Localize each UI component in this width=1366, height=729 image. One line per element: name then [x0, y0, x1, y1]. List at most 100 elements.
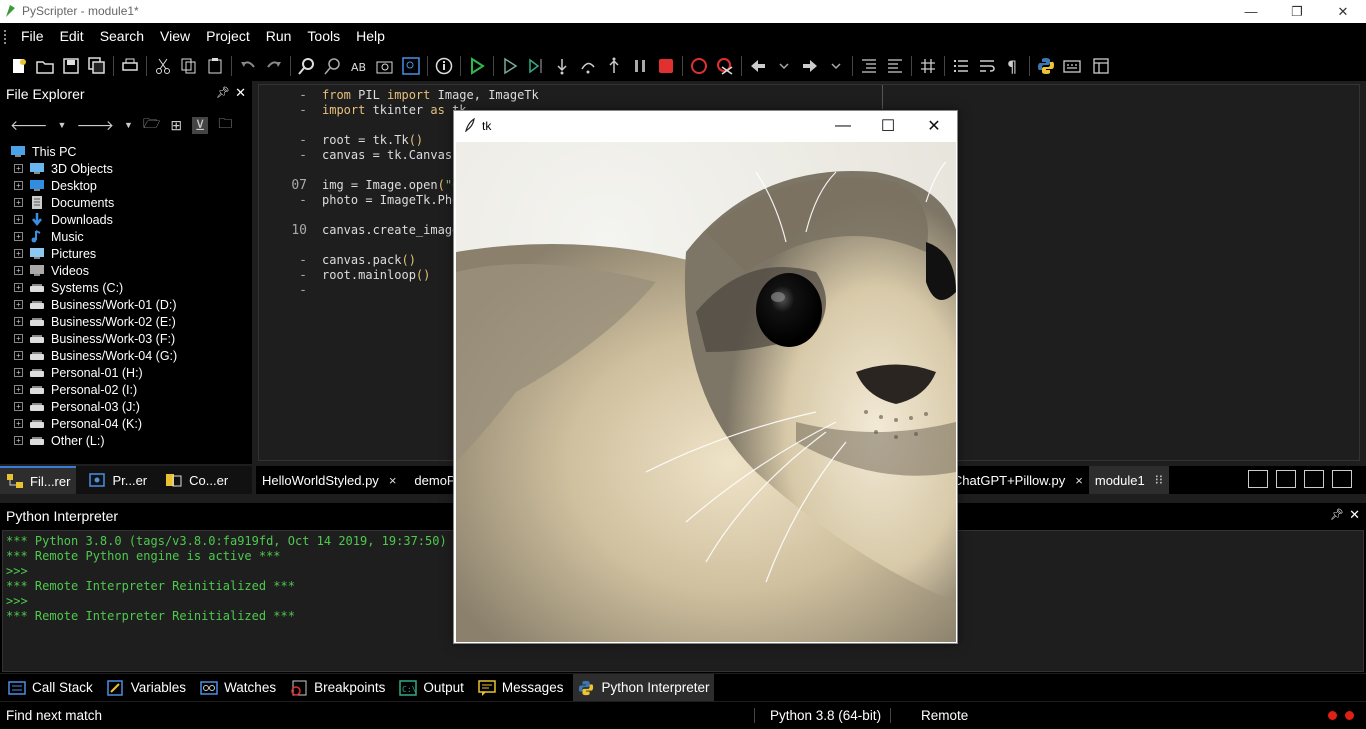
save-button[interactable]	[60, 55, 82, 77]
tk-minimize-button[interactable]: —	[820, 111, 866, 141]
menu-grip[interactable]	[4, 29, 7, 44]
run-to-cursor-button[interactable]	[525, 55, 547, 77]
tk-title-bar[interactable]: tk — ☐ ✕	[454, 111, 957, 141]
layouts-button[interactable]	[1087, 55, 1117, 77]
expand-icon[interactable]: +	[14, 164, 23, 173]
line-numbers-button[interactable]	[950, 55, 972, 77]
word-wrap-button[interactable]	[976, 55, 998, 77]
forward-dropdown[interactable]	[825, 55, 847, 77]
engine-mode-status[interactable]: Remote	[890, 708, 1010, 723]
new-folder-icon[interactable]: 🗀	[218, 113, 232, 137]
toggle-breakpoint-button[interactable]	[688, 55, 710, 77]
step-over-button[interactable]	[577, 55, 599, 77]
tab-code-explorer[interactable]: Co...er	[159, 466, 234, 494]
info-button[interactable]	[433, 55, 455, 77]
menu-project[interactable]: Project	[198, 23, 258, 50]
expand-icon[interactable]: +	[14, 249, 23, 258]
tab-grip-icon[interactable]: ⁝⁝	[1155, 472, 1163, 488]
menu-search[interactable]: Search	[92, 23, 152, 50]
copy-button[interactable]	[178, 55, 200, 77]
tab-project-explorer[interactable]: Pr...er	[82, 466, 153, 494]
tab-list-icon[interactable]	[1304, 470, 1324, 488]
editor-tab-active[interactable]: module1 ⁝⁝	[1088, 466, 1169, 494]
show-special-chars-button[interactable]: ¶	[1002, 55, 1024, 77]
tree-item[interactable]: + Music	[0, 228, 250, 245]
split-editor-icon[interactable]	[1276, 470, 1296, 488]
expand-icon[interactable]: +	[14, 181, 23, 190]
tab-call-stack[interactable]: Call Stack	[4, 674, 97, 701]
debug-button[interactable]	[499, 55, 521, 77]
expand-icon[interactable]: +	[14, 198, 23, 207]
minimize-button[interactable]: —	[1228, 0, 1274, 23]
expand-icon[interactable]: +	[14, 266, 23, 275]
close-editor-icon[interactable]	[1332, 470, 1352, 488]
pause-button[interactable]	[629, 55, 651, 77]
tree-item[interactable]: + Pictures	[0, 245, 250, 262]
tab-watches[interactable]: Watches	[196, 674, 280, 701]
tree-item[interactable]: + Personal-01 (H:)	[0, 364, 250, 381]
tree-view-icon[interactable]: ⊞	[170, 117, 182, 134]
tk-maximize-button[interactable]: ☐	[865, 111, 911, 141]
close-tab-icon[interactable]: ×	[389, 473, 397, 488]
open-file-button[interactable]	[34, 55, 56, 77]
tk-canvas-image[interactable]	[456, 142, 956, 642]
menu-help[interactable]: Help	[348, 23, 393, 50]
tree-item[interactable]: + Documents	[0, 194, 250, 211]
paste-button[interactable]	[204, 55, 226, 77]
restore-button[interactable]: ❐	[1274, 0, 1320, 23]
indent-button[interactable]	[858, 55, 880, 77]
tree-item[interactable]: + Videos	[0, 262, 250, 279]
menu-tools[interactable]: Tools	[299, 23, 348, 50]
tree-item[interactable]: + Downloads	[0, 211, 250, 228]
tree-item[interactable]: + Business/Work-03 (F:)	[0, 330, 250, 347]
tk-close-button[interactable]: ✕	[911, 111, 957, 141]
pin-icon[interactable]: 📌︎	[216, 86, 230, 99]
run-button[interactable]	[466, 55, 488, 77]
expand-icon[interactable]: +	[14, 300, 23, 309]
menu-edit[interactable]: Edit	[52, 23, 92, 50]
chevron-down-icon[interactable]: ▼	[124, 120, 133, 130]
open-folder-icon[interactable]: 🗁	[143, 113, 160, 137]
replace-button[interactable]: AB	[348, 55, 370, 77]
close-button[interactable]: ✕	[1320, 0, 1366, 23]
expand-icon[interactable]: +	[14, 402, 23, 411]
new-file-button[interactable]	[8, 55, 30, 77]
clear-breakpoints-button[interactable]	[714, 55, 736, 77]
tab-breakpoints[interactable]: Breakpoints	[286, 674, 389, 701]
tab-variables[interactable]: Variables	[103, 674, 190, 701]
cut-button[interactable]	[152, 55, 174, 77]
close-tab-icon[interactable]: ×	[1075, 473, 1083, 488]
save-all-button[interactable]	[86, 55, 108, 77]
close-panel-icon[interactable]: ✕	[1349, 507, 1360, 523]
pin-icon[interactable]: 📌︎	[1330, 508, 1344, 521]
tree-item[interactable]: + Personal-02 (I:)	[0, 381, 250, 398]
step-out-button[interactable]	[603, 55, 625, 77]
find-definition-button[interactable]	[400, 55, 422, 77]
comment-button[interactable]	[917, 55, 939, 77]
expand-icon[interactable]: +	[14, 215, 23, 224]
forward-arrow-icon[interactable]: 🡒	[76, 117, 114, 134]
keyboard-button[interactable]	[1061, 55, 1083, 77]
expand-icon[interactable]: +	[14, 436, 23, 445]
tree-item[interactable]: + Business/Work-04 (G:)	[0, 347, 250, 364]
expand-icon[interactable]: +	[14, 334, 23, 343]
menu-run[interactable]: Run	[258, 23, 300, 50]
python-versions-button[interactable]	[1035, 55, 1057, 77]
new-editor-tab-icon[interactable]	[1248, 470, 1268, 488]
step-into-button[interactable]	[551, 55, 573, 77]
tab-messages[interactable]: Messages	[474, 674, 568, 701]
tab-python-interpreter[interactable]: Python Interpreter	[573, 674, 714, 701]
tab-output[interactable]: C:\ Output	[395, 674, 468, 701]
filter-icon[interactable]: ⊻	[192, 116, 209, 134]
back-button[interactable]	[747, 55, 769, 77]
menu-view[interactable]: View	[152, 23, 198, 50]
tree-item[interactable]: + Business/Work-01 (D:)	[0, 296, 250, 313]
back-arrow-icon[interactable]: 🡐	[10, 117, 48, 134]
find-button[interactable]	[296, 55, 318, 77]
stop-button[interactable]	[655, 55, 677, 77]
tree-item[interactable]: + Systems (C:)	[0, 279, 250, 296]
expand-icon[interactable]: +	[14, 317, 23, 326]
forward-button[interactable]	[799, 55, 821, 77]
menu-file[interactable]: File	[13, 23, 52, 50]
undo-button[interactable]	[237, 55, 259, 77]
